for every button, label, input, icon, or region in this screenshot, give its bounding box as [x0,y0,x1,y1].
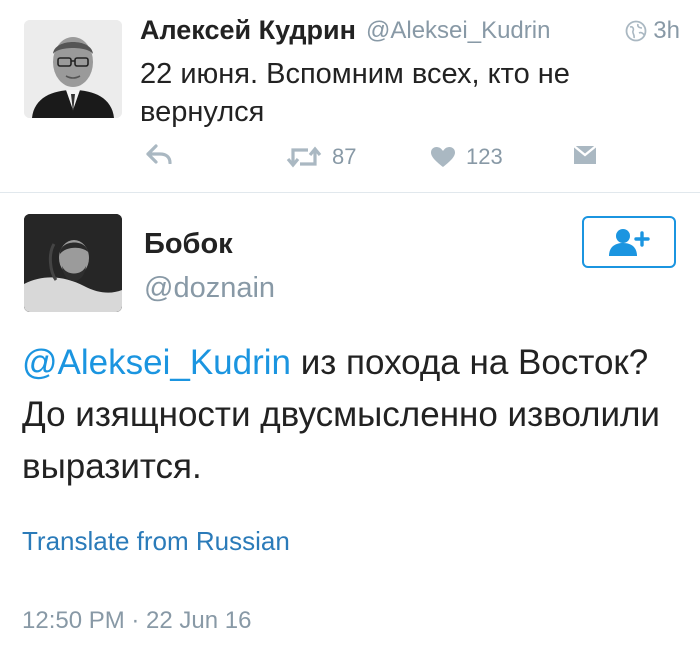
author-photo [24,20,122,118]
reply-author-name[interactable]: Бобок [144,228,233,261]
parent-tweet[interactable]: Алексей Кудрин @Aleksei_Kudrin 3h 22 июн… [0,0,700,192]
like-count: 123 [466,144,503,169]
author-name[interactable]: Алексей Кудрин [140,15,356,46]
retweet-count: 87 [332,144,357,169]
reply-button[interactable] [146,144,172,164]
add-user-icon [609,229,650,256]
reply-author-photo [24,214,122,312]
follow-button[interactable] [582,216,676,268]
reply-text: @Aleksei_Kudrin из похода на Восток? До … [22,337,682,493]
like-button[interactable]: 123 [430,144,503,170]
tweet-divider [0,192,700,193]
retweet-button[interactable]: 87 [286,144,356,170]
globe-icon [625,20,647,42]
reply-icon [146,144,172,164]
author-avatar[interactable] [24,20,122,118]
direct-message-button[interactable] [572,144,598,166]
direct-message-icon [573,145,597,164]
author-handle[interactable]: @Aleksei_Kudrin [366,17,550,45]
tweet-text: 22 июня. Вспомним всех, кто не вернулся [140,58,570,128]
reply-author-avatar[interactable] [24,214,122,312]
translate-link[interactable]: Translate from Russian [22,526,290,557]
tweet-timestamp[interactable]: 12:50 PM · 22 Jun 16 [22,607,251,635]
tweet-time: 3h [625,17,680,45]
time-ago: 3h [653,17,680,44]
tweet-actions: 87 123 [0,140,700,180]
mention-link[interactable]: @Aleksei_Kudrin [22,343,291,382]
heart-icon [431,147,455,167]
reply-author-handle[interactable]: @doznain [144,272,275,305]
retweet-icon [286,146,322,168]
